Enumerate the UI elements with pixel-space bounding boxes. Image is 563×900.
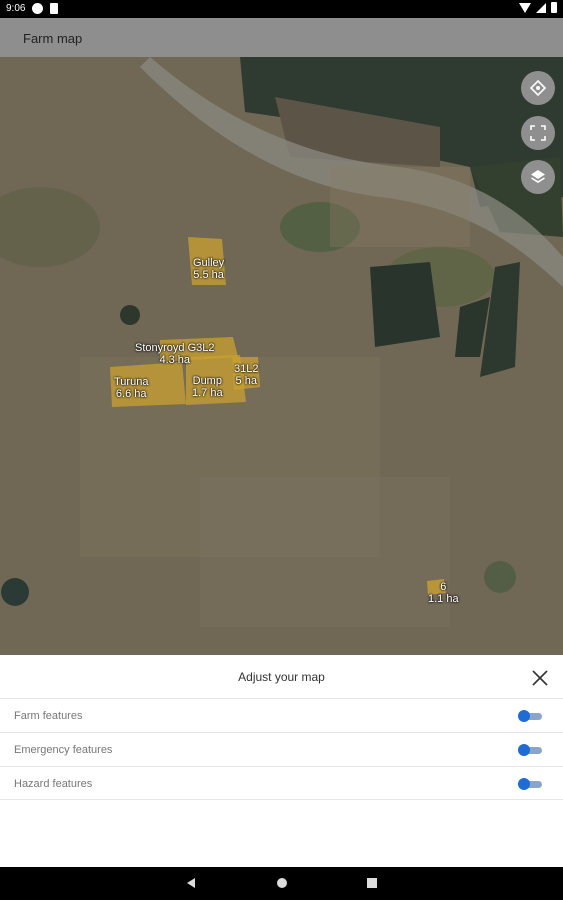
my-location-button[interactable]	[521, 71, 555, 105]
toggle-row-emergency-features[interactable]: Emergency features	[0, 732, 563, 766]
parcel-area: 5 ha	[235, 375, 257, 387]
fullscreen-icon	[530, 125, 546, 141]
emergency-features-switch[interactable]	[518, 743, 542, 757]
switch-thumb	[518, 778, 530, 790]
my-location-icon	[529, 79, 547, 97]
satellite-map[interactable]: Gulley 5.5 ha Stonyroyd G3L2 4.3 ha Turu…	[0, 57, 563, 655]
app-bar: Farm map	[0, 18, 563, 57]
notification-icon	[32, 3, 43, 14]
parcel-label-6[interactable]: 6 1.1 ha	[428, 581, 459, 605]
hazard-features-switch[interactable]	[518, 777, 542, 791]
parcel-name: 31L2	[234, 363, 259, 375]
back-icon[interactable]	[185, 877, 197, 889]
status-bar: 9:06	[0, 0, 563, 18]
switch-thumb	[518, 710, 530, 722]
status-time: 9:06	[6, 3, 26, 14]
parcel-label-31l2[interactable]: 31L2 5 ha	[234, 363, 258, 387]
parcel-area: 4.3 ha	[159, 354, 191, 366]
parcel-name: 6	[440, 581, 447, 593]
toggle-row-farm-features[interactable]: Farm features	[0, 698, 563, 732]
parcel-area: 1.1 ha	[428, 593, 459, 605]
parcel-area: 6.6 ha	[115, 388, 147, 400]
parcel-area: 1.7 ha	[192, 387, 223, 399]
toggle-label: Hazard features	[14, 778, 93, 790]
sheet-title: Adjust your map	[238, 670, 325, 684]
parcel-label-stonyroyd[interactable]: Stonyroyd G3L2 4.3 ha	[135, 342, 215, 366]
sim-icon	[50, 3, 58, 14]
parcel-name: Turuna	[114, 376, 149, 388]
toggle-row-hazard-features[interactable]: Hazard features	[0, 766, 563, 800]
layers-button[interactable]	[521, 160, 555, 194]
fullscreen-button[interactable]	[521, 116, 555, 150]
recents-icon[interactable]	[366, 877, 378, 889]
parcel-label-dump[interactable]: Dump 1.7 ha	[192, 375, 223, 399]
system-nav-bar	[0, 867, 563, 900]
home-icon[interactable]	[276, 877, 288, 889]
close-icon	[532, 670, 548, 686]
battery-icon	[551, 2, 557, 13]
parcel-label-turuna[interactable]: Turuna 6.6 ha	[114, 376, 148, 400]
close-button[interactable]	[528, 666, 552, 690]
toggle-label: Farm features	[14, 710, 83, 722]
wifi-icon	[519, 2, 531, 13]
signal-icon	[536, 2, 546, 13]
parcel-area: 5.5 ha	[193, 269, 224, 281]
switch-thumb	[518, 744, 530, 756]
layers-icon	[531, 170, 545, 183]
map-imagery	[0, 57, 563, 655]
page-title: Farm map	[23, 31, 83, 46]
farm-features-switch[interactable]	[518, 709, 542, 723]
parcel-name: Stonyroyd G3L2	[135, 342, 215, 354]
parcel-name: Gulley	[193, 257, 225, 269]
parcel-name: Dump	[192, 375, 222, 387]
adjust-map-sheet: Adjust your map Farm features Emergency …	[0, 655, 563, 867]
parcel-label-gulley[interactable]: Gulley 5.5 ha	[193, 257, 224, 281]
toggle-label: Emergency features	[14, 744, 113, 756]
